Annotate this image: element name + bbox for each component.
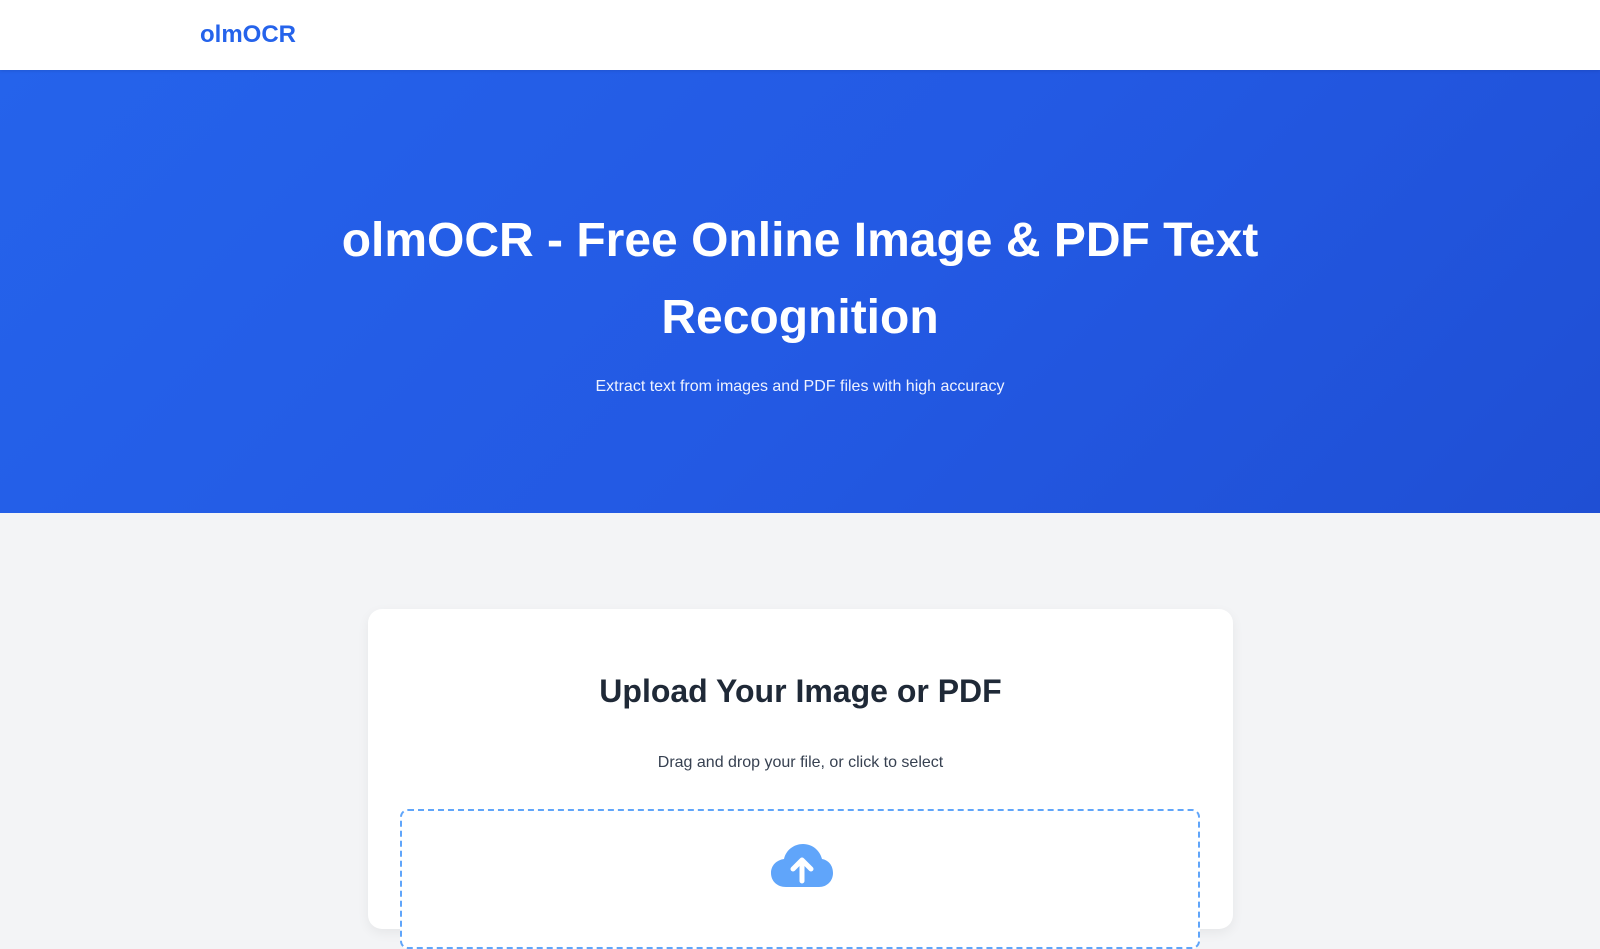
hero-banner: olmOCR - Free Online Image & PDF Text Re… — [0, 70, 1600, 513]
hero-subtitle: Extract text from images and PDF files w… — [595, 378, 1005, 395]
file-dropzone[interactable] — [400, 809, 1200, 949]
upload-card: Upload Your Image or PDF Drag and drop y… — [368, 609, 1233, 949]
top-navbar: olmOCR — [0, 0, 1600, 70]
upload-description: Drag and drop your file, or click to sel… — [657, 754, 944, 771]
brand-logo-link[interactable]: olmOCR — [200, 20, 296, 50]
upload-title: Upload Your Image or PDF — [599, 673, 1002, 709]
hero-title: olmOCR - Free Online Image & PDF Text Re… — [341, 214, 1259, 344]
cloud-upload-icon — [770, 843, 834, 889]
